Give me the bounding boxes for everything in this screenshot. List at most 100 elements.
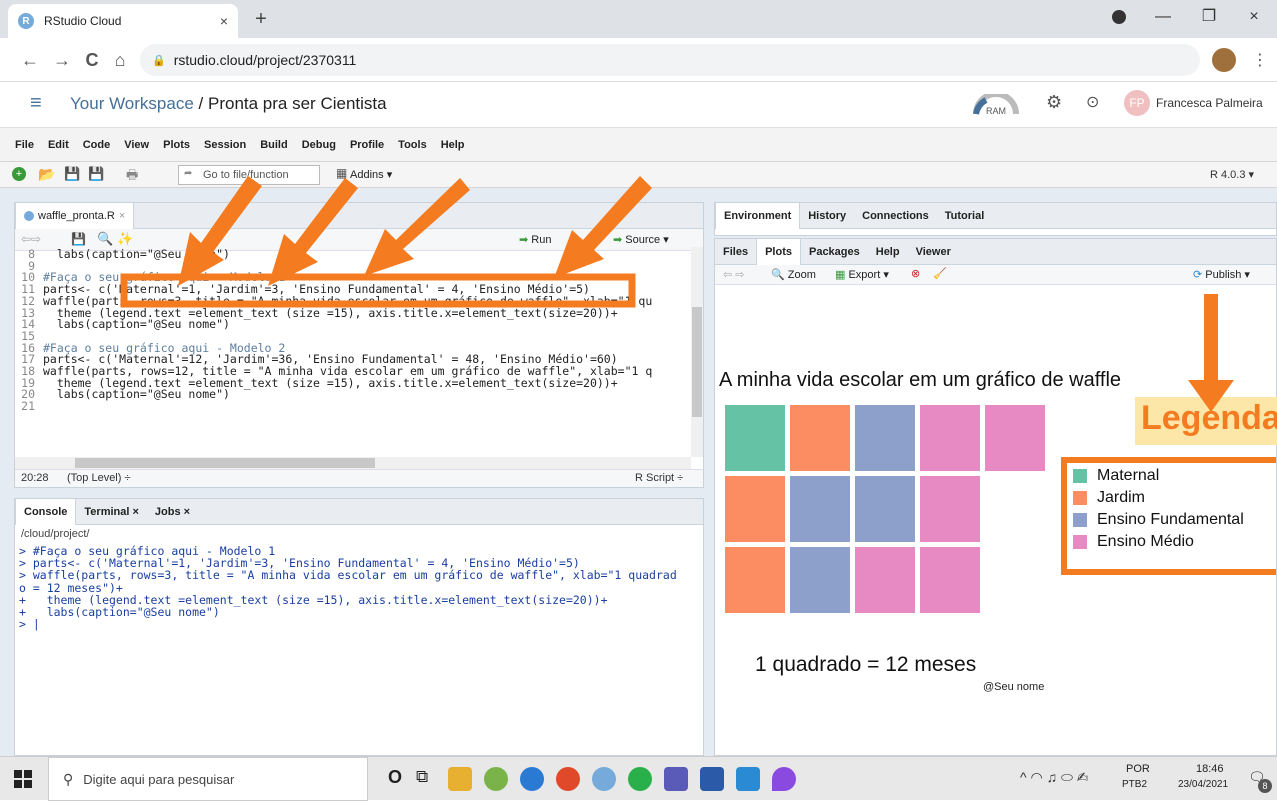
editor-vertical-scrollbar[interactable] xyxy=(691,247,703,457)
run-button[interactable]: ➡ Run xyxy=(519,233,551,246)
menu-plots[interactable]: Plots xyxy=(163,139,190,151)
back-arrow-icon[interactable]: ⇦⇨ xyxy=(21,232,41,246)
plot-nav-icon[interactable]: ⇦ ⇨ xyxy=(723,268,745,281)
file-type-selector[interactable]: R Script ÷ xyxy=(635,472,683,484)
taskbar-search-input[interactable]: ⚲ Digite aqui para pesquisar xyxy=(48,757,368,801)
find-icon[interactable]: 🔍 xyxy=(97,231,113,247)
restore-button[interactable]: ❐ xyxy=(1186,0,1232,34)
console-output[interactable]: > #Faça o seu gráfico aqui - Modelo 1 > p… xyxy=(15,543,703,632)
tab-history[interactable]: History xyxy=(800,203,854,229)
zoom-button[interactable]: 🔍 Zoom xyxy=(771,268,816,281)
chrome-icon[interactable] xyxy=(556,767,580,791)
close-window-button[interactable]: × xyxy=(1231,0,1277,34)
clear-plot-icon[interactable]: ⊗ xyxy=(911,267,920,280)
goto-file-input[interactable]: Go to file/function xyxy=(178,165,320,185)
menu-help[interactable]: Help xyxy=(441,139,465,151)
task-view-icon[interactable]: ⧉ xyxy=(416,767,428,787)
more-options-icon[interactable]: ⊙ xyxy=(1086,92,1099,112)
publish-button[interactable]: ⟳ Publish ▾ xyxy=(1193,268,1250,281)
broom-icon[interactable]: 🧹 xyxy=(933,267,947,280)
tab-help[interactable]: Help xyxy=(868,239,908,265)
language-primary[interactable]: POR xyxy=(1126,763,1150,775)
menu-debug[interactable]: Debug xyxy=(302,139,336,151)
new-tab-button[interactable]: + xyxy=(248,6,274,32)
menu-file[interactable]: File xyxy=(15,139,34,151)
url-bar[interactable]: 🔒 rstudio.cloud/project/2370311 xyxy=(140,44,1200,76)
cortana-icon[interactable]: O xyxy=(388,767,402,788)
file-explorer-icon[interactable] xyxy=(448,767,472,791)
teams-icon[interactable] xyxy=(664,767,688,791)
tab-files[interactable]: Files xyxy=(715,239,756,265)
print-icon[interactable]: 🖶 xyxy=(126,166,138,188)
profile-dot-icon[interactable] xyxy=(1112,10,1126,24)
profile-avatar-icon[interactable] xyxy=(1212,48,1236,72)
ram-gauge[interactable]: RAM xyxy=(972,94,1020,116)
plots-toolbar: ⇦ ⇨ 🔍 Zoom ▦ Export ▾ ⊗ 🧹 ⟳ Publish ▾ xyxy=(715,265,1276,285)
r-version-menu[interactable]: R 4.0.3 ▾ xyxy=(1210,168,1254,181)
tab-connections[interactable]: Connections xyxy=(854,203,937,229)
hamburger-menu-icon[interactable]: ≡ xyxy=(30,92,42,115)
tab-environment[interactable]: Environment xyxy=(715,202,801,229)
editor-scroll-thumb[interactable] xyxy=(692,307,702,417)
tab-plots[interactable]: Plots xyxy=(756,238,801,265)
menu-tools[interactable]: Tools xyxy=(398,139,427,151)
forward-button[interactable]: → xyxy=(48,46,76,74)
avatar[interactable]: FP xyxy=(1124,90,1150,116)
tab-console[interactable]: Console xyxy=(15,498,77,525)
qgis-icon[interactable] xyxy=(484,767,508,791)
editor-tab-waffle[interactable]: waffle_pronta.R × xyxy=(15,202,135,229)
clock-date[interactable]: 23/04/2021 xyxy=(1178,779,1228,790)
tab-terminal[interactable]: Terminal × xyxy=(76,499,147,525)
save-icon[interactable]: 💾 xyxy=(64,166,80,182)
code-line[interactable]: 8 labs(caption="@Seu nome") xyxy=(15,248,689,261)
open-folder-icon[interactable]: 📂 xyxy=(38,166,55,183)
clock-time[interactable]: 18:46 xyxy=(1196,763,1224,775)
tab-tutorial[interactable]: Tutorial xyxy=(937,203,993,229)
windows-start-icon[interactable] xyxy=(14,770,32,788)
home-button[interactable]: ⌂ xyxy=(106,46,134,74)
minimize-button[interactable]: — xyxy=(1140,0,1186,34)
code-tools-icon[interactable]: ✨ xyxy=(117,231,133,247)
user-name[interactable]: Francesca Palmeira xyxy=(1156,96,1263,110)
code-line[interactable]: 14 labs(caption="@Seu nome") xyxy=(15,318,689,331)
tab-close-icon[interactable]: × xyxy=(220,13,228,29)
scope-selector[interactable]: (Top Level) ÷ xyxy=(67,472,131,484)
tab-viewer[interactable]: Viewer xyxy=(908,239,959,265)
whatsapp-icon[interactable] xyxy=(628,767,652,791)
tab-jobs[interactable]: Jobs × xyxy=(147,499,198,525)
browser-menu-icon[interactable]: ⋮ xyxy=(1252,50,1268,70)
menu-build[interactable]: Build xyxy=(260,139,288,151)
menu-view[interactable]: View xyxy=(124,139,149,151)
edge-icon[interactable] xyxy=(520,767,544,791)
settings-gear-icon[interactable]: ⚙ xyxy=(1046,92,1062,113)
new-file-icon[interactable]: + xyxy=(12,167,26,181)
word-icon[interactable] xyxy=(700,767,724,791)
editor-hscroll-thumb[interactable] xyxy=(75,458,375,468)
browser-tab[interactable]: R RStudio Cloud × xyxy=(8,4,238,38)
addins-menu[interactable]: Addins ▾ xyxy=(350,168,392,181)
save-file-icon[interactable]: 💾 xyxy=(71,232,86,246)
system-tray-icons[interactable]: ^ ◠ ♫ ⬭ ✍ xyxy=(1020,769,1089,786)
menu-session[interactable]: Session xyxy=(204,139,246,151)
workspace-link[interactable]: Your Workspace xyxy=(70,94,194,113)
grid-icon[interactable]: ▦ xyxy=(336,166,347,180)
waffle-square-maternal xyxy=(725,405,785,471)
tab-packages[interactable]: Packages xyxy=(801,239,868,265)
export-button[interactable]: ▦ Export ▾ xyxy=(835,268,889,281)
reload-button[interactable]: C xyxy=(78,46,106,74)
photos-icon[interactable] xyxy=(736,767,760,791)
save-all-icon[interactable]: 💾 xyxy=(88,166,104,182)
code-editor[interactable]: 8 labs(caption="@Seu nome") 9 10 #Faça o se… xyxy=(15,247,689,457)
menu-profile[interactable]: Profile xyxy=(350,139,384,151)
menu-code[interactable]: Code xyxy=(83,139,111,151)
language-secondary[interactable]: PTB2 xyxy=(1122,779,1147,790)
editor-tab-close-icon[interactable]: × xyxy=(119,203,125,229)
back-button[interactable]: ← xyxy=(16,46,44,74)
source-button[interactable]: ➡ Source ▾ xyxy=(613,233,669,246)
code-line[interactable]: 21 xyxy=(15,400,689,413)
editor-horizontal-scrollbar[interactable] xyxy=(15,457,691,469)
menu-edit[interactable]: Edit xyxy=(48,139,69,151)
code-line[interactable]: 20 labs(caption="@Seu nome") xyxy=(15,389,689,401)
r-icon[interactable] xyxy=(592,767,616,791)
app-drop-icon[interactable] xyxy=(772,767,796,791)
